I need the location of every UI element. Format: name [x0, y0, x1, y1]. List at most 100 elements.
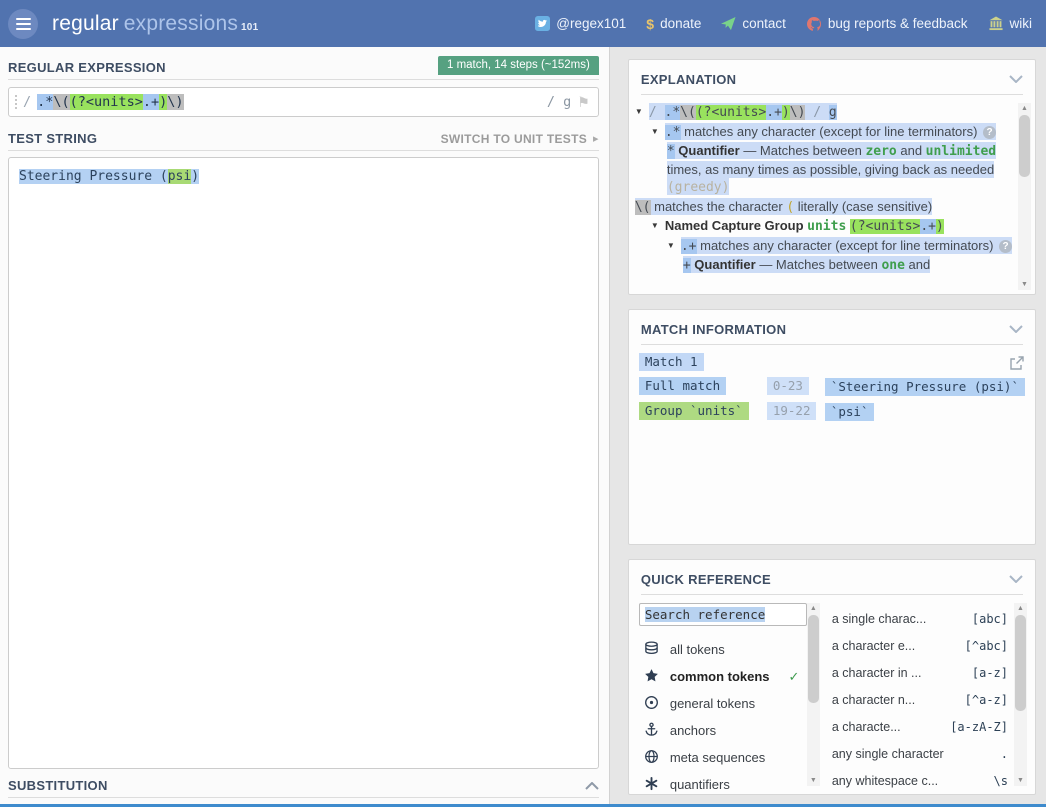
- qr-category-common-tokens[interactable]: common tokens ✓: [639, 663, 807, 690]
- scroll-up-icon[interactable]: ▲: [810, 604, 817, 613]
- test-section-title: TEST STRING: [8, 131, 97, 146]
- nav-wiki[interactable]: wiki: [988, 16, 1033, 31]
- logo-word-3: 101: [241, 22, 258, 33]
- export-matches-icon[interactable]: [1009, 355, 1025, 374]
- qr-category-anchors[interactable]: anchors: [639, 717, 807, 744]
- qr-entry[interactable]: a characte...[a-zA-Z]: [832, 713, 1008, 740]
- qr-entries-scrollbar[interactable]: ▲ ▼: [1014, 603, 1027, 786]
- qr-entries: a single charac...[abc]a character e...[…: [820, 603, 1014, 786]
- text-segment: times, as many times as possible, giving…: [667, 162, 994, 177]
- match-row-value: `Steering Pressure (psi)`: [825, 378, 1025, 396]
- qr-entry[interactable]: a character e...[^abc]: [832, 632, 1008, 659]
- text-segment: (?<units>: [70, 94, 143, 110]
- text-segment: \(: [53, 94, 69, 110]
- nav-bug-reports[interactable]: bug reports & feedback: [806, 16, 968, 32]
- flag-icon[interactable]: ⚑: [577, 94, 590, 111]
- qr-entry[interactable]: a character n... [^a-z]: [832, 686, 1008, 713]
- test-string-input[interactable]: Steering Pressure (psi): [8, 157, 599, 769]
- regex-flags[interactable]: / g: [547, 94, 571, 110]
- scroll-down-icon[interactable]: ▼: [810, 776, 817, 785]
- scroll-up-icon[interactable]: ▲: [1021, 104, 1028, 113]
- qr-category-label: quantifiers: [670, 777, 730, 792]
- explanation-text: .+ matches any character (except for lin…: [681, 237, 1012, 254]
- qr-entry-label: any single character: [832, 747, 944, 761]
- qr-entry[interactable]: any single character.: [832, 740, 1008, 767]
- chevron-up-icon[interactable]: [585, 777, 599, 795]
- chevron-down-icon[interactable]: [1009, 320, 1023, 338]
- help-icon[interactable]: ?: [999, 240, 1012, 253]
- explanation-line: ▼.* matches any character (except for li…: [631, 123, 1018, 142]
- qr-categories-scrollbar[interactable]: ▲ ▼: [807, 603, 820, 786]
- qr-entry-code: [^a-z]: [965, 693, 1008, 707]
- explanation-line: + Quantifier — Matches between one and: [631, 256, 1018, 275]
- star-icon: [644, 668, 659, 686]
- check-icon: ✓: [789, 669, 800, 685]
- qr-category-quantifiers[interactable]: quantifiers: [639, 771, 807, 794]
- qr-entry[interactable]: any whitespace c...\s: [832, 767, 1008, 794]
- regex-input[interactable]: / .*\((?<units>.+)\) / g ⚑: [8, 87, 599, 117]
- scroll-down-icon[interactable]: ▼: [1017, 776, 1024, 785]
- regex-section-title: REGULAR EXPRESSION: [8, 60, 166, 75]
- match-information-panel: MATCH INFORMATION Match 1 Full match0-23…: [628, 309, 1036, 545]
- qr-entry[interactable]: a character in ...[a-z]: [832, 659, 1008, 686]
- text-segment: ): [159, 94, 167, 110]
- text-segment: g: [829, 105, 837, 120]
- text-segment: (greedy): [667, 180, 730, 195]
- match-row: Full match0-23`Steering Pressure (psi)`: [639, 378, 1025, 396]
- text-segment: .+: [143, 94, 159, 110]
- nav-twitter[interactable]: @regex101: [535, 16, 626, 31]
- match-row-label: Full match: [639, 377, 726, 395]
- qr-category-general-tokens[interactable]: general tokens: [639, 690, 807, 717]
- qr-category-meta-sequences[interactable]: meta sequences: [639, 744, 807, 771]
- search-reference-input[interactable]: Search reference: [639, 603, 807, 626]
- test-section-header: TEST STRING SWITCH TO UNIT TESTS ▸: [8, 127, 599, 151]
- tree-collapse-icon[interactable]: ▼: [667, 237, 681, 255]
- info-column: EXPLANATION ▼/ .*\((?<units>.+)\) / g▼.*…: [610, 47, 1046, 804]
- match-highlight-close: ): [191, 169, 199, 184]
- anchor-icon: [644, 722, 659, 740]
- text-segment: \(: [680, 105, 696, 120]
- explanation-scrollbar[interactable]: ▲ ▼: [1018, 103, 1031, 290]
- quick-reference-header: QUICK REFERENCE: [641, 570, 1023, 595]
- tree-collapse-icon[interactable]: ▼: [635, 103, 649, 121]
- tree-collapse-icon[interactable]: ▼: [651, 123, 665, 141]
- qr-entry[interactable]: a single charac...[abc]: [832, 605, 1008, 632]
- text-segment: .+: [766, 105, 782, 120]
- qr-entry-label: a single charac...: [832, 612, 927, 626]
- nav-donate[interactable]: $ donate: [646, 16, 701, 32]
- scroll-up-icon[interactable]: ▲: [1017, 604, 1024, 613]
- scroll-down-icon[interactable]: ▼: [1021, 280, 1028, 289]
- tree-collapse-icon[interactable]: ▼: [651, 217, 665, 235]
- drag-handle-icon[interactable]: [15, 95, 17, 109]
- nav-contact[interactable]: contact: [721, 16, 786, 31]
- qr-category-label: general tokens: [670, 696, 755, 711]
- qr-entry-label: a character n...: [832, 693, 915, 707]
- qr-entry-label: a characte...: [832, 720, 901, 734]
- explanation-line: \( matches the character ( literally (ca…: [631, 198, 1018, 217]
- explanation-line: ▼/ .*\((?<units>.+)\) / g: [631, 103, 1018, 122]
- group-highlight: psi: [168, 169, 191, 184]
- text-segment: one: [881, 258, 904, 273]
- text-segment: *: [667, 144, 675, 159]
- menu-button[interactable]: [8, 9, 38, 39]
- explanation-text: + Quantifier — Matches between one and: [683, 256, 930, 273]
- chevron-down-icon[interactable]: [1009, 570, 1023, 588]
- app-header: regular expressions 101 @regex101 $ dona…: [0, 0, 1046, 47]
- qr-category-label: common tokens: [670, 669, 770, 684]
- text-segment: \): [790, 105, 806, 120]
- qr-category-label: meta sequences: [670, 750, 765, 765]
- match-row-value: `psi`: [825, 403, 875, 421]
- qr-entry-code: [a-z]: [972, 666, 1008, 680]
- text-segment: \(: [635, 200, 651, 215]
- chevron-down-icon[interactable]: [1009, 70, 1023, 88]
- switch-to-unit-tests[interactable]: SWITCH TO UNIT TESTS ▸: [441, 132, 599, 146]
- qr-category-label: all tokens: [670, 642, 725, 657]
- help-icon[interactable]: ?: [983, 126, 996, 139]
- app-logo: regular expressions 101: [52, 12, 258, 36]
- qr-category-label: anchors: [670, 723, 716, 738]
- qr-category-all-tokens[interactable]: all tokens: [639, 636, 807, 663]
- layers-icon: [644, 641, 659, 659]
- header-nav: @regex101 $ donate contact bug reports &…: [535, 16, 1032, 32]
- explanation-text: \( matches the character ( literally (ca…: [635, 198, 932, 215]
- qr-entry-label: any whitespace c...: [832, 774, 938, 788]
